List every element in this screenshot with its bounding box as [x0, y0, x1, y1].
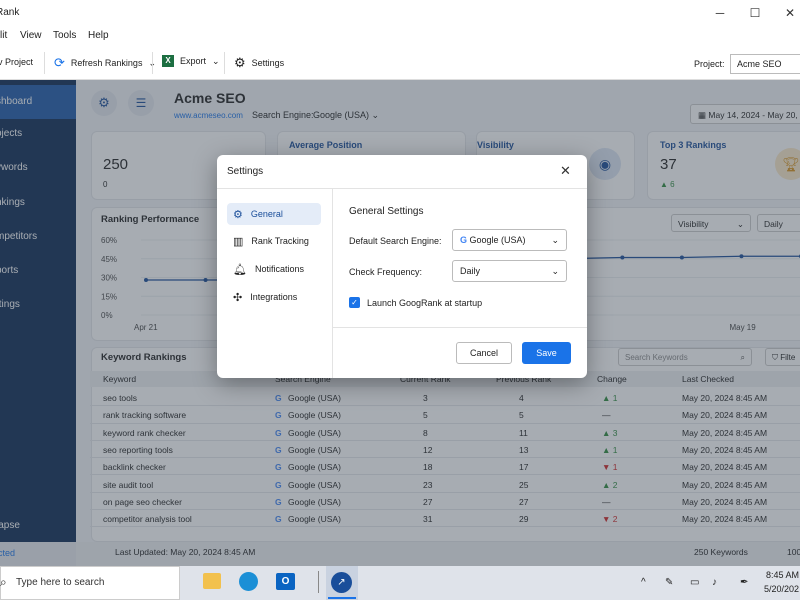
chevron-down-icon: ⌄ — [551, 234, 559, 245]
pen-icon[interactable]: ✎ — [665, 577, 673, 588]
pen-icon[interactable]: ✒ — [740, 577, 748, 588]
taskbar-search-placeholder: Type here to search — [16, 577, 105, 588]
default-engine-select[interactable]: G Google (USA) ⌄ — [452, 229, 567, 251]
save-button[interactable]: Save — [522, 342, 571, 364]
close-icon[interactable]: ✕ — [560, 163, 571, 179]
refresh-icon: ⟳ — [54, 55, 65, 70]
check-frequency-select[interactable]: Daily ⌄ — [452, 260, 567, 282]
title-bar — [0, 0, 800, 26]
gear-icon: ⚙ — [233, 208, 243, 221]
menu-help[interactable]: Help — [88, 30, 109, 41]
dialog-divider — [333, 327, 587, 328]
dialog-divider — [217, 188, 587, 189]
dialog-nav-general[interactable]: ⚙ General — [227, 203, 321, 225]
bell-icon: 🔔︎ — [233, 263, 247, 276]
section-title: General Settings — [349, 206, 424, 217]
toolbar-divider — [152, 52, 153, 74]
folder-icon[interactable] — [203, 573, 221, 589]
dialog-divider — [332, 189, 333, 378]
chevron-down-icon: ⌄ — [212, 55, 220, 66]
new-project-button[interactable]: v Project — [0, 57, 33, 67]
bar-chart-icon: ▥ — [233, 235, 244, 248]
settings-toolbar-button[interactable]: ⚙ Settings — [234, 55, 284, 71]
gear-icon: ⚙ — [234, 55, 246, 70]
project-label: Project: — [694, 59, 725, 69]
refresh-rankings-button[interactable]: ⟳ Refresh Rankings ⌄ — [54, 55, 156, 71]
settings-dialog: Settings ✕ ⚙ General ▥ Rank Tracking 🔔︎ Not… — [217, 155, 587, 378]
menu-edit[interactable]: lit — [0, 30, 7, 41]
menu-bar — [0, 26, 800, 46]
close-window-button[interactable]: ✕ — [780, 4, 800, 22]
menu-tools[interactable]: Tools — [53, 30, 76, 41]
outlook-icon[interactable]: O — [276, 573, 295, 590]
maximize-button[interactable]: ☐ — [745, 4, 765, 22]
startup-label: Launch GoogRank at startup — [367, 298, 483, 308]
project-select[interactable]: Acme SEO — [730, 54, 800, 74]
check-frequency-label: Check Frequency: — [349, 267, 423, 277]
chevron-up-icon[interactable]: ^ — [641, 577, 646, 588]
window-title: Rank — [0, 7, 20, 18]
excel-icon: X — [162, 55, 174, 67]
startup-checkbox[interactable]: ✓ — [349, 297, 360, 308]
active-app-indicator — [328, 597, 356, 599]
menu-view[interactable]: View — [20, 30, 42, 41]
google-icon: G — [460, 235, 468, 245]
search-icon: ⌕ — [0, 575, 7, 589]
dialog-nav-rank-tracking[interactable]: ▥ Rank Tracking — [227, 230, 321, 252]
dialog-nav-notifications[interactable]: 🔔︎ Notifications — [227, 258, 321, 280]
clock-date[interactable]: 5/20/202 — [764, 584, 799, 594]
taskbar-divider — [318, 571, 319, 593]
chevron-down-icon: ⌄ — [551, 265, 559, 276]
edge-icon[interactable] — [239, 572, 258, 591]
clock-time[interactable]: 8:45 AM — [766, 570, 799, 580]
dialog-nav-integrations[interactable]: ✣ Integrations — [227, 286, 321, 308]
export-button[interactable]: X Export ⌄ — [162, 55, 220, 67]
toolbar-divider — [44, 52, 45, 74]
network-icon[interactable]: ▭ — [690, 577, 699, 588]
toolbar-divider — [224, 52, 225, 74]
dialog-title: Settings — [227, 166, 264, 177]
minimize-button[interactable]: ─ — [710, 4, 730, 22]
puzzle-icon: ✣ — [233, 291, 243, 304]
cancel-button[interactable]: Cancel — [456, 342, 512, 364]
volume-icon[interactable]: ♪ — [712, 577, 717, 588]
default-engine-label: Default Search Engine: — [349, 236, 442, 246]
googrank-app-icon: ↗ — [331, 572, 352, 593]
